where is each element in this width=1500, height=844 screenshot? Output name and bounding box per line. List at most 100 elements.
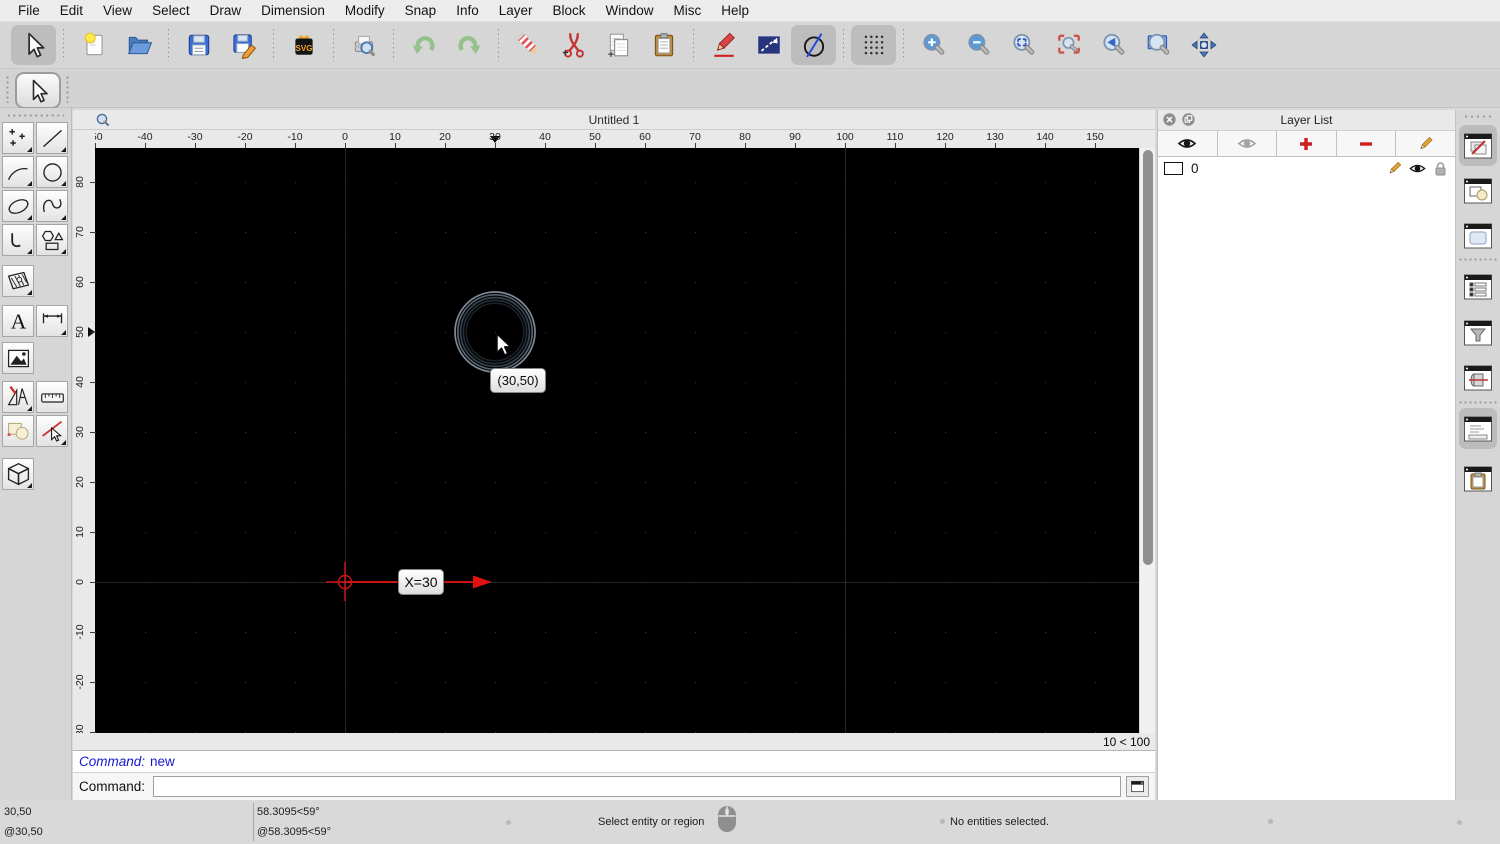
horizontal-ruler: -50 -40 -30 -20 -10 0 10 20 30 40 50 60 70 80 90 100 110… [95,130,1155,148]
toolbar-drag-handle[interactable] [6,75,9,103]
hatch-tool-button[interactable] [2,265,34,297]
clipboard-dock-button[interactable] [1459,458,1497,499]
ellipse-tool-button[interactable] [2,190,34,222]
layer-row[interactable]: 0 [1158,157,1455,180]
zoom-auto-button[interactable] [1001,25,1046,65]
dock-drag-handle[interactable] [1463,115,1493,118]
redo-button[interactable] [446,25,491,65]
construction-tool-button[interactable] [2,381,34,413]
command-input[interactable] [153,776,1122,797]
save-button[interactable] [176,25,221,65]
menu-help[interactable]: Help [711,3,759,18]
select-entity-tool-button[interactable] [36,415,68,447]
delete-eraser-button[interactable] [506,25,551,65]
grid-toggle-button[interactable] [851,25,896,65]
print-preview-button[interactable] [341,25,386,65]
open-file-button[interactable] [116,25,161,65]
layer-visible-eye-icon[interactable] [1409,161,1426,176]
dimension-tool-icon [42,312,62,323]
grid-status: 10 < 100 [1102,734,1150,749]
layer-lock-icon[interactable] [1432,161,1449,176]
mouse-cursor [496,333,512,356]
menu-snap[interactable]: Snap [395,3,447,18]
remove-layer-button[interactable] [1337,131,1397,156]
spline-tool-button[interactable] [36,190,68,222]
zoom-window-button[interactable] [1136,25,1181,65]
undo-button[interactable] [401,25,446,65]
menu-info[interactable]: Info [446,3,489,18]
selection-arrow-option-button[interactable] [15,72,61,109]
svg-export-icon: SVG [294,34,313,55]
cut-icon [562,33,584,58]
dimension-tool-button[interactable] [36,305,68,337]
close-icon[interactable] [1163,113,1176,126]
zoom-in-button[interactable] [911,25,956,65]
circle-tool-button[interactable] [36,156,68,188]
drawing-canvas[interactable]: (30,50) X=30 [95,148,1139,733]
measure-tool-button[interactable] [36,381,68,413]
menu-modify[interactable]: Modify [335,3,395,18]
edit-layer-pencil-icon[interactable] [1386,161,1403,176]
point-tool-button[interactable] [2,122,34,154]
toolbar-group [173,25,269,65]
line-attributes-button[interactable] [746,25,791,65]
menu-misc[interactable]: Misc [664,3,712,18]
hide-all-layers-button[interactable] [1218,131,1278,156]
pen-attributes-button[interactable] [701,25,746,65]
layer-color-swatch[interactable] [1164,162,1183,175]
circle-line-tool-button[interactable] [791,25,836,65]
menu-edit[interactable]: Edit [50,3,93,18]
paste-button[interactable] [641,25,686,65]
menu-file[interactable]: File [8,3,50,18]
polygon-tool-button[interactable] [36,224,68,256]
menu-view[interactable]: View [93,3,142,18]
add-layer-button[interactable] [1277,131,1337,156]
menu-select[interactable]: Select [142,3,200,18]
menu-block[interactable]: Block [543,3,596,18]
image-tool-button[interactable] [2,342,34,374]
solid-tool-button[interactable] [2,458,34,490]
undock-icon[interactable] [1182,113,1195,126]
svg-export-button[interactable]: SVG [281,25,326,65]
arc-tool-button[interactable] [2,156,34,188]
zoom-redraw-button[interactable] [1046,25,1091,65]
menu-layer[interactable]: Layer [489,3,543,18]
selection-arrow-button[interactable] [11,25,56,65]
cut-button[interactable] [551,25,596,65]
vertical-scrollbar[interactable] [1139,148,1155,733]
absolute-coordinates: 30,50 [4,806,32,818]
plotter-dock-button[interactable] [1459,357,1497,398]
palette-drag-handle[interactable] [6,114,64,117]
block-list-dock-button[interactable] [1459,170,1497,211]
modify-tool-button[interactable] [2,415,34,447]
v-ruler-label: -20 [74,674,86,690]
circle-line-tool-icon [803,33,824,58]
line-tool-button[interactable] [36,122,68,154]
zoom-out-button[interactable] [956,25,1001,65]
command-dock-button[interactable] [1126,776,1150,797]
menu-dimension[interactable]: Dimension [251,3,335,18]
command-history-text: new [150,754,175,769]
clipboard-dock-icon [1464,466,1492,491]
new-file-icon [84,32,103,56]
menu-draw[interactable]: Draw [200,3,252,18]
library-browser-dock-button[interactable] [1459,215,1497,256]
v-ruler-label: -10 [74,624,86,640]
copy-button[interactable] [596,25,641,65]
new-file-button[interactable] [71,25,116,65]
document-title-bar[interactable]: Untitled 1 [73,110,1155,130]
command-line-dock-button[interactable] [1459,408,1497,449]
menu-window[interactable]: Window [596,3,664,18]
zoom-pan-button[interactable] [1181,25,1226,65]
zoom-previous-button[interactable] [1091,25,1136,65]
entity-list-dock-button[interactable] [1459,266,1497,307]
vertical-scrollbar-thumb[interactable] [1143,150,1153,565]
layer-panel-title: Layer List [1280,113,1333,127]
save-as-button[interactable] [221,25,266,65]
entity-filter-dock-button[interactable] [1459,312,1497,353]
layer-list-dock-button[interactable] [1459,125,1497,166]
polyline-tool-button[interactable] [2,224,34,256]
text-tool-button[interactable]: A [2,305,34,337]
show-all-layers-button[interactable] [1158,131,1218,156]
edit-layer-button[interactable] [1396,131,1455,156]
